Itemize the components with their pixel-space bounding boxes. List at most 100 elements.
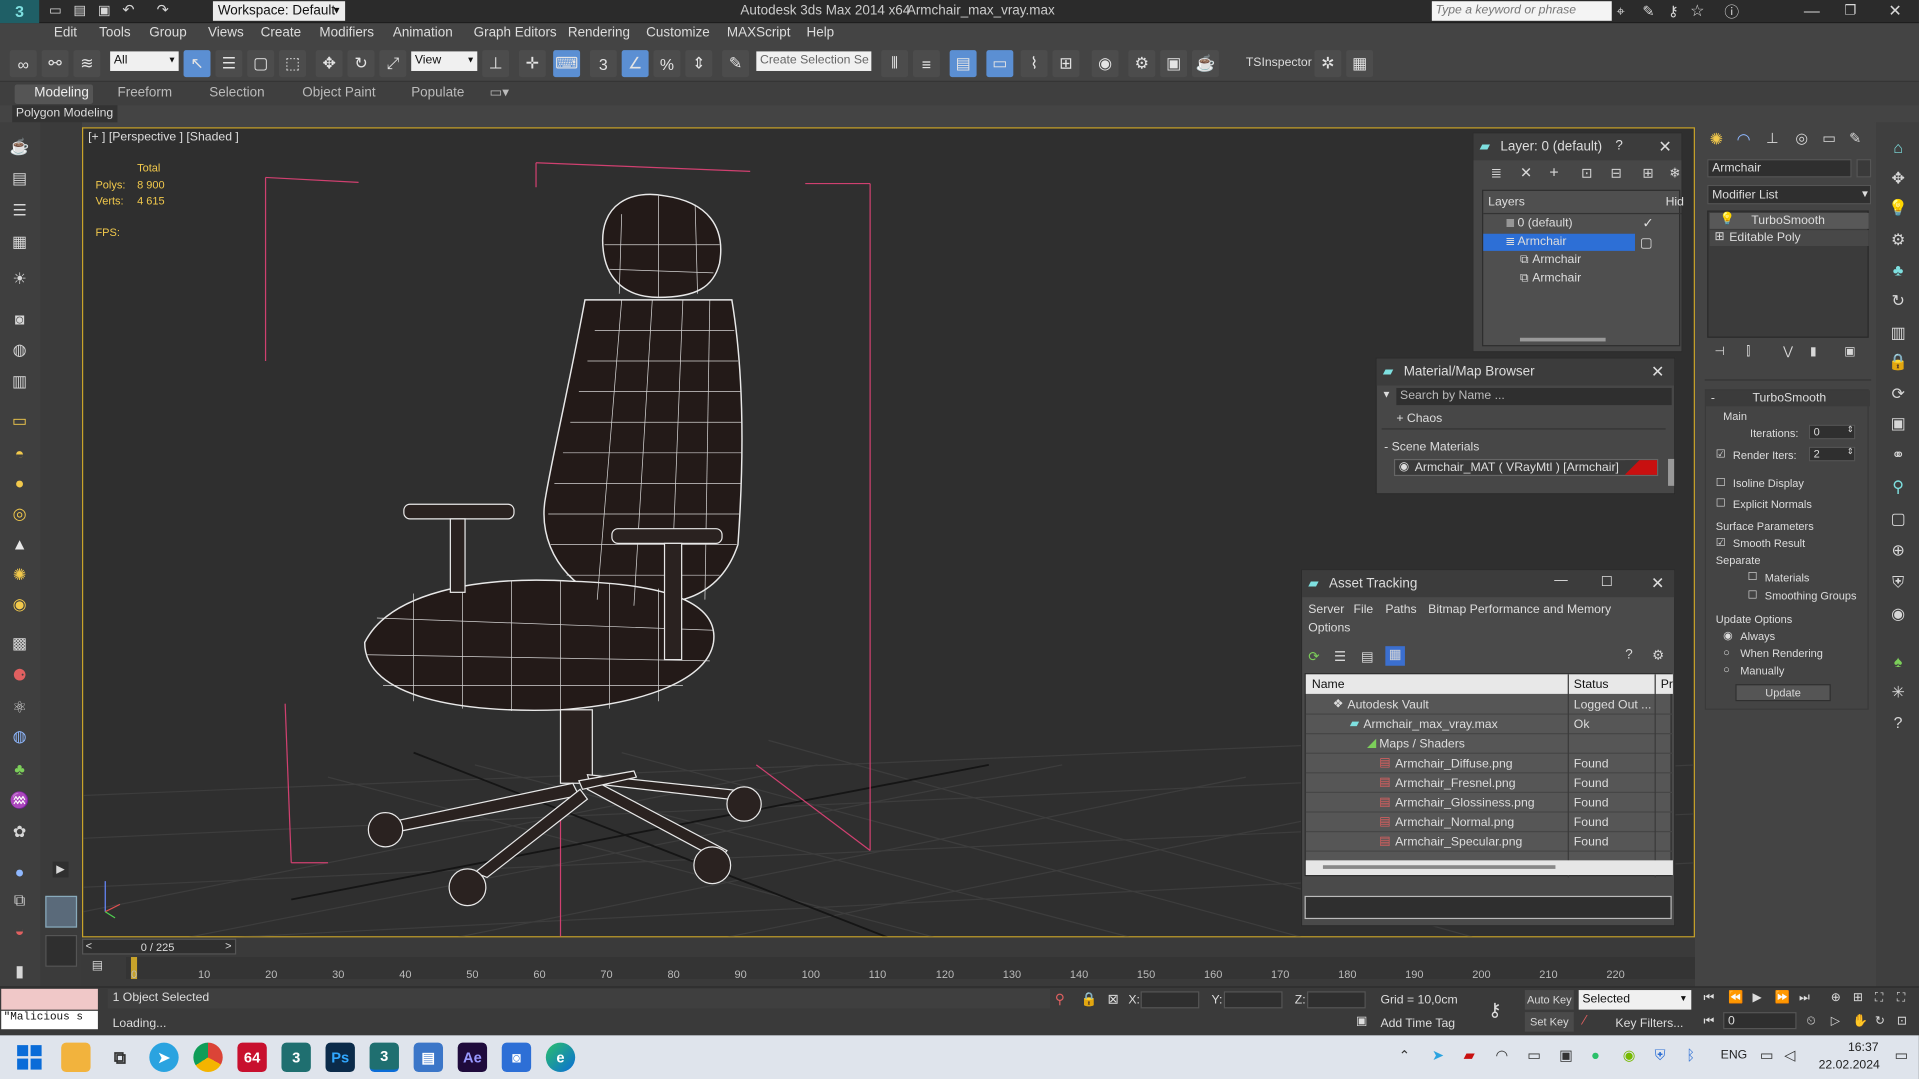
- zoom-extents-icon[interactable]: ⛶: [1875, 991, 1884, 1004]
- list-view-icon[interactable]: ☰: [1334, 649, 1346, 665]
- group-scene-materials[interactable]: - Scene Materials: [1384, 441, 1479, 454]
- ball-icon[interactable]: ◉: [7, 592, 31, 616]
- maximize-viewport-icon[interactable]: ⊡: [1897, 1015, 1907, 1028]
- maximize-icon[interactable]: ☐: [1601, 574, 1613, 590]
- play-icon[interactable]: ▶: [1752, 991, 1761, 1004]
- menu-tools[interactable]: Tools: [99, 26, 130, 41]
- task-view-icon[interactable]: ⧉: [105, 1043, 134, 1072]
- 3dsmax-active-icon[interactable]: 3: [369, 1042, 399, 1073]
- schematic-view-icon[interactable]: ⊞: [1052, 50, 1080, 78]
- modifier-list-dropdown[interactable]: Modifier List ▼: [1707, 184, 1872, 205]
- lightbulb-icon[interactable]: 💡: [1719, 213, 1734, 226]
- light-icon[interactable]: ☀: [7, 267, 31, 291]
- percent-snap-icon[interactable]: %: [653, 50, 681, 78]
- layer-hide-icon[interactable]: ⊞: [1642, 165, 1653, 181]
- box-icon[interactable]: ▭: [7, 409, 31, 433]
- bulb-icon[interactable]: 💡: [1886, 196, 1910, 220]
- layer-panel-titlebar[interactable]: ▰ Layer: 0 (default) ? ✕: [1473, 133, 1682, 161]
- new-file-icon[interactable]: ▭: [49, 2, 62, 19]
- key-set-dropdown[interactable]: Selected ▼: [1578, 990, 1692, 1010]
- time-slider[interactable]: < 0 / 225 >: [81, 938, 237, 955]
- material-item[interactable]: ◉ Armchair_MAT ( VRayMtl ) [Armchair]: [1393, 458, 1659, 477]
- orbit-icon[interactable]: ↻: [1875, 1015, 1885, 1028]
- polygon-modeling-tab[interactable]: Polygon Modeling: [12, 105, 118, 123]
- camera-icon[interactable]: ◙: [7, 306, 31, 330]
- target-icon[interactable]: ⊕: [1886, 538, 1910, 562]
- help-circle-icon[interactable]: ?: [1886, 710, 1910, 734]
- tray-headset-icon[interactable]: ◠: [1495, 1046, 1508, 1063]
- lock-icon[interactable]: 🔒: [1886, 350, 1910, 374]
- spinner-snap-icon[interactable]: ⇕: [685, 50, 713, 78]
- rendered-frame-icon[interactable]: ▣: [1160, 50, 1188, 78]
- tab-populate[interactable]: Populate: [411, 86, 464, 101]
- asset-tracking-titlebar[interactable]: ▰ Asset Tracking — ☐ ✕: [1302, 570, 1675, 598]
- manipulate-icon[interactable]: ✛: [518, 50, 546, 78]
- zoom-icon[interactable]: ⊕: [1831, 991, 1841, 1004]
- auto-key-button[interactable]: Auto Key: [1524, 990, 1574, 1010]
- asset-menu-bitmap[interactable]: Bitmap Performance and Memory: [1428, 603, 1611, 616]
- photo-icon[interactable]: ▣: [1886, 411, 1910, 435]
- menu-modifiers[interactable]: Modifiers: [319, 26, 374, 41]
- undo-icon[interactable]: ↶: [122, 1, 134, 18]
- tray-network-icon[interactable]: ▭: [1760, 1046, 1774, 1063]
- remove-modifier-icon[interactable]: ▮: [1810, 345, 1817, 358]
- layer-delete-icon[interactable]: ✕: [1520, 164, 1532, 181]
- menu-views[interactable]: Views: [208, 26, 244, 41]
- tray-nvidia-icon[interactable]: ◉: [1623, 1046, 1636, 1063]
- go-to-end-icon[interactable]: ⏭: [1799, 991, 1810, 1004]
- asset-hscroll[interactable]: [1305, 860, 1673, 876]
- align-icon[interactable]: ≡: [912, 50, 940, 78]
- notepad-icon[interactable]: ▤: [413, 1042, 444, 1073]
- minimize-icon[interactable]: —: [1804, 1, 1820, 19]
- after-effects-icon[interactable]: Ae: [457, 1042, 488, 1073]
- asset-menu-file[interactable]: File: [1354, 603, 1374, 616]
- plant-icon[interactable]: ♣: [7, 756, 31, 780]
- layer-freeze-icon[interactable]: ❄: [1669, 165, 1680, 181]
- frame-icon[interactable]: ▢: [1886, 507, 1910, 531]
- teapot-icon[interactable]: ☕: [7, 135, 31, 159]
- snap-icon[interactable]: 3: [589, 50, 617, 78]
- pivot-icon[interactable]: ⊥: [482, 50, 510, 78]
- tray-chevron-up-icon[interactable]: ⌃: [1399, 1048, 1410, 1064]
- close-icon[interactable]: ✕: [1658, 137, 1671, 157]
- zoom-all-icon[interactable]: ⊞: [1853, 991, 1863, 1004]
- named-selection-icon[interactable]: ✎: [722, 50, 749, 78]
- redo-icon[interactable]: ↷: [157, 1, 169, 18]
- workspace-dropdown[interactable]: Workspace: Default ▼: [212, 1, 346, 21]
- language-indicator[interactable]: ENG: [1721, 1049, 1748, 1062]
- asset-menu-options[interactable]: Options: [1308, 622, 1350, 635]
- time-config-icon[interactable]: ⏲: [1806, 1015, 1816, 1028]
- table-row[interactable]: ▤ Armchair_Normal.png Found: [1305, 814, 1673, 833]
- edge-icon[interactable]: e: [545, 1042, 576, 1073]
- link-icon[interactable]: ∞: [9, 50, 37, 78]
- z-coord-input[interactable]: [1307, 991, 1366, 1009]
- ribbon-toggle-icon[interactable]: ▭: [986, 50, 1014, 78]
- tray-bluetooth-icon[interactable]: ᛒ: [1686, 1046, 1695, 1063]
- render-icon[interactable]: ☕: [1191, 50, 1219, 78]
- current-frame-input[interactable]: 0: [1723, 1012, 1797, 1030]
- table-row[interactable]: ▤ Armchair_Diffuse.png Found: [1305, 755, 1673, 774]
- set-key-button[interactable]: Set Key: [1524, 1012, 1574, 1032]
- utilities-tab-icon[interactable]: ✎: [1849, 130, 1861, 147]
- selection-filter-dropdown[interactable]: All ▼: [110, 51, 179, 71]
- table-row[interactable]: ◢ Maps / Shaders: [1305, 736, 1673, 754]
- key-mode-toggle-icon[interactable]: ⏮: [1704, 1015, 1715, 1028]
- stack-item-editable-poly[interactable]: ⊞ Editable Poly: [1709, 230, 1869, 246]
- grid-view-icon[interactable]: ▦: [1385, 646, 1405, 666]
- table-view-icon[interactable]: ▤: [1361, 649, 1374, 665]
- manually-radio-icon[interactable]: ○: [1723, 663, 1730, 675]
- save-file-icon[interactable]: ▣: [98, 2, 111, 19]
- material-search-input[interactable]: Search by Name ...: [1396, 387, 1672, 406]
- menu-graph-editors[interactable]: Graph Editors: [474, 26, 557, 41]
- window-crossing-icon[interactable]: ⬚: [279, 50, 306, 78]
- close-icon[interactable]: ✕: [1651, 574, 1664, 594]
- tab-freeform[interactable]: Freeform: [117, 86, 172, 101]
- shell-icon[interactable]: ✿: [7, 820, 31, 844]
- ref-coord-dropdown[interactable]: View ▼: [411, 51, 478, 71]
- render-iters-spinner[interactable]: 2 ⇕: [1808, 446, 1856, 462]
- smooth-result-check-icon[interactable]: ☑: [1716, 536, 1726, 549]
- stack-item-turbosmooth[interactable]: 💡 TurboSmooth: [1709, 212, 1869, 229]
- layer-manager-icon[interactable]: ▤: [949, 50, 977, 78]
- layer-hide-box-icon[interactable]: ▢: [1640, 235, 1653, 251]
- maxscript-listener-field[interactable]: "Malicious s: [1, 1010, 98, 1030]
